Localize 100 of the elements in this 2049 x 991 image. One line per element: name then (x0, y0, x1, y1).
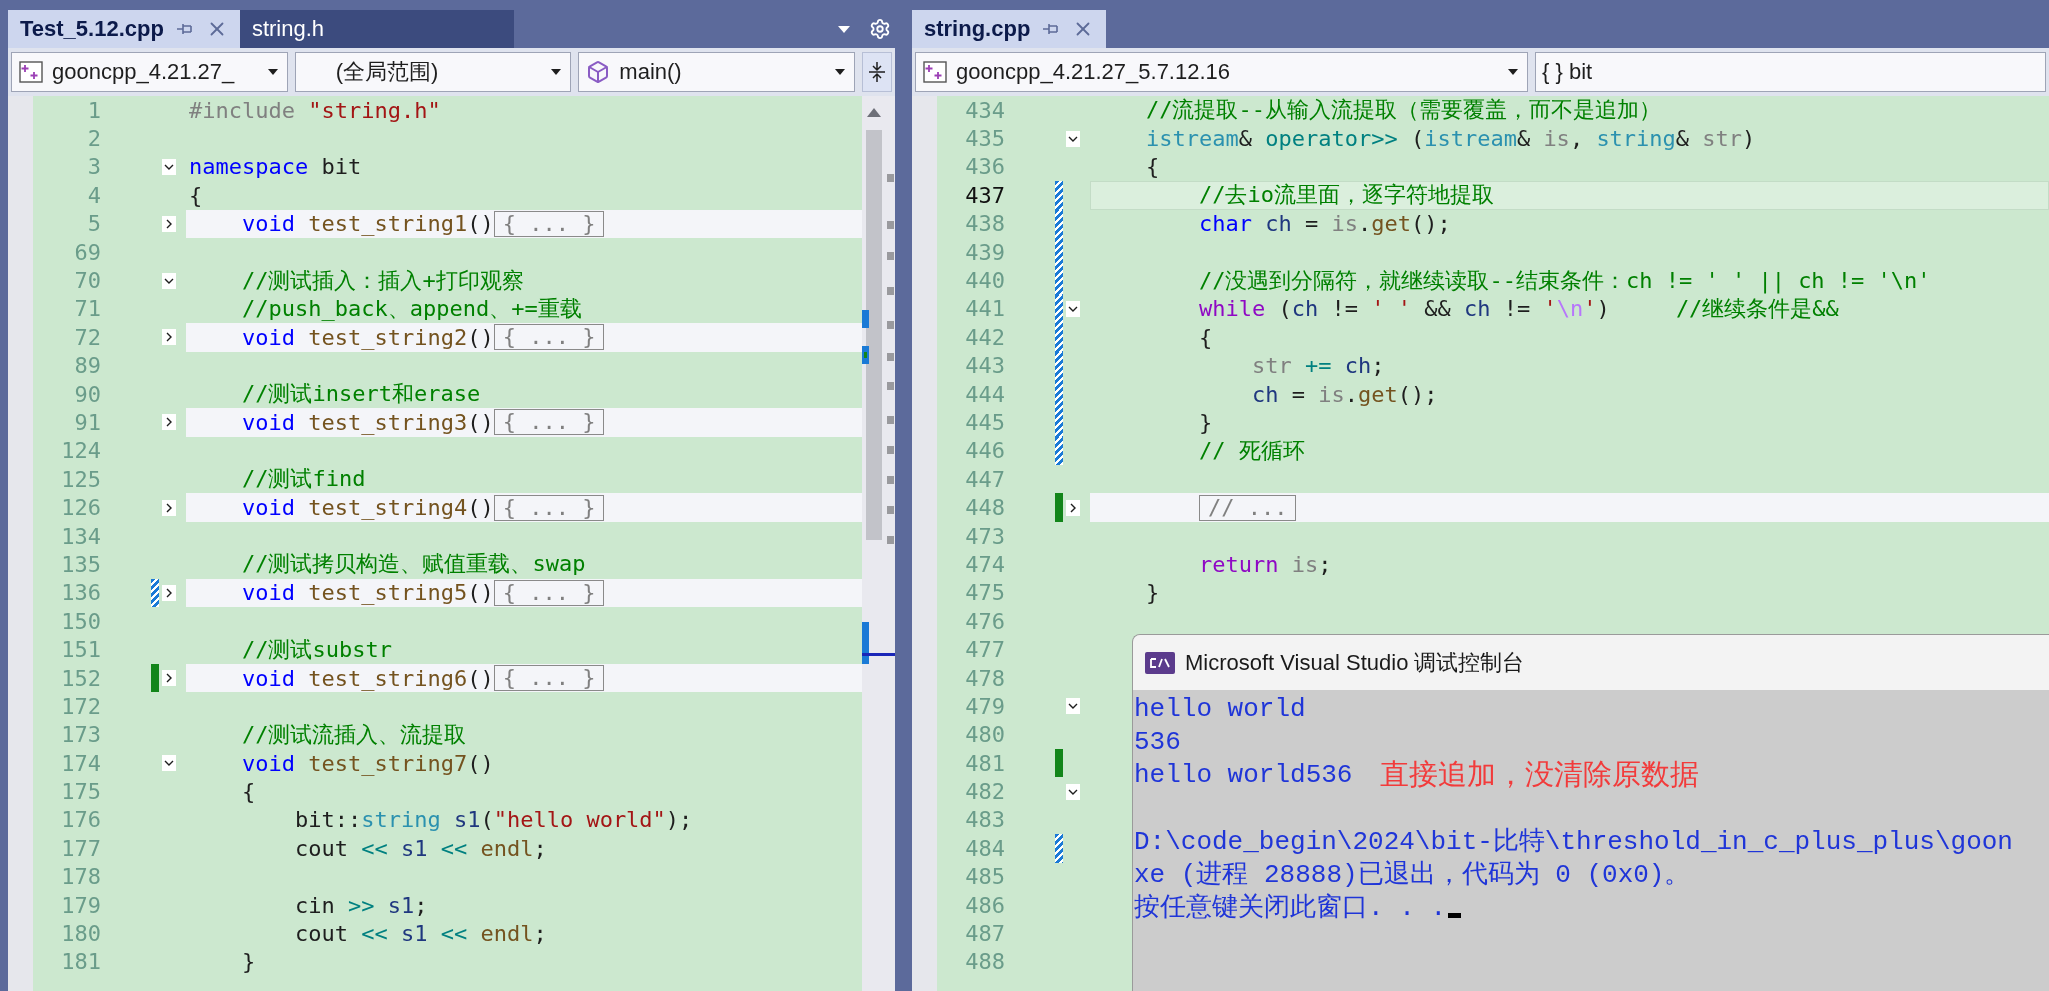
console-title: Microsoft Visual Studio 调试控制台 (1185, 648, 1525, 677)
fold-toggle[interactable] (162, 499, 176, 516)
line-number: 151 (60, 637, 101, 663)
line-number: 445 (964, 410, 1005, 435)
line-number: 434 (964, 97, 1005, 123)
fold-toggle[interactable] (1066, 698, 1080, 715)
scrollbar[interactable] (862, 96, 895, 991)
code-line: istream& operator>> (istream& is, string& str) (1144, 126, 1756, 152)
fold-toggle[interactable] (162, 584, 176, 601)
line-number: 474 (964, 551, 1005, 577)
code-line: char ch = is.get(); (1197, 211, 1451, 237)
file-tab[interactable]: Test_5.12.cpp (8, 10, 240, 48)
line-number: 1 (86, 97, 101, 123)
line-number: 2 (86, 126, 101, 152)
collapsed-block[interactable]: { ... } (493, 210, 605, 237)
line-number: 479 (964, 693, 1005, 719)
chevron-right-icon (1068, 502, 1078, 513)
caret-icon[interactable] (837, 24, 851, 34)
file-tab[interactable]: string.h (239, 10, 514, 48)
collapsed-block[interactable]: { ... } (493, 324, 605, 351)
console-output: xe (进程 28888)已退出，代码为 0 (0x0)。 (1134, 859, 1691, 891)
code-line: void test_string2() (240, 324, 494, 350)
code-line: //测试流插入、流提取 (240, 720, 467, 749)
navigation-dropdown[interactable]: gooncpp_4.21.27_ (11, 52, 288, 92)
fold-toggle[interactable] (1066, 300, 1080, 317)
pin-icon[interactable] (175, 22, 194, 36)
line-number: 485 (964, 864, 1005, 890)
console-output: D:\code_begin\2024\bit-比特\threshold_in_c_plus_plus\goon (1134, 826, 2013, 858)
line-number: 447 (964, 466, 1005, 492)
line-number: 134 (60, 523, 101, 549)
annotation-text: 直接追加，没清除原数据 (1380, 756, 1700, 792)
fold-toggle[interactable] (162, 158, 176, 175)
line-number: 486 (964, 892, 1005, 918)
code-line: } (1197, 410, 1213, 435)
line-number: 70 (73, 268, 101, 294)
fold-toggle[interactable] (162, 414, 176, 431)
fold-toggle[interactable] (1066, 130, 1080, 147)
line-number: 484 (964, 835, 1005, 861)
caret-icon (1507, 68, 1519, 76)
line-number: 180 (60, 921, 101, 946)
line-number: 152 (60, 665, 101, 691)
split-icon (868, 60, 886, 84)
code-line: ch = is.get(); (1250, 381, 1438, 407)
navigation-dropdown[interactable]: main() (578, 52, 855, 92)
line-number: 178 (60, 864, 101, 890)
line-number: 476 (964, 608, 1005, 634)
line-number: 71 (73, 296, 101, 322)
project-icon (923, 61, 947, 83)
line-number: 475 (964, 580, 1005, 606)
chevron-right-icon (164, 332, 174, 343)
scope-field[interactable]: { } bit (1535, 52, 2046, 92)
line-number: 436 (964, 154, 1005, 180)
code-line: //去io流里面，逐字符地提取 (1197, 181, 1494, 210)
collapsed-block[interactable]: { ... } (493, 579, 605, 606)
fold-toggle[interactable] (162, 272, 176, 289)
split-button[interactable] (862, 52, 892, 92)
code-line: void test_string3() (240, 410, 494, 435)
console-output: hello world (1134, 693, 1306, 724)
fold-toggle[interactable] (162, 755, 176, 772)
line-number: 176 (60, 807, 101, 833)
caret-icon (834, 68, 846, 76)
line-number: 89 (73, 353, 101, 379)
navigation-dropdown[interactable]: gooncpp_4.21.27_5.7.12.16 (915, 52, 1528, 92)
code-line: str += ch; (1250, 353, 1385, 379)
code-line: while (ch != ' ' && ch != '\n') //继续条件是&& (1197, 294, 1839, 323)
code-line: cout << s1 << endl; (293, 835, 547, 861)
settings-icon[interactable] (869, 18, 891, 40)
line-number: 175 (60, 779, 101, 805)
line-number: 473 (964, 523, 1005, 549)
console-app-icon (1145, 651, 1175, 674)
line-number: 72 (73, 324, 101, 350)
fold-toggle[interactable] (162, 215, 176, 232)
file-tab[interactable]: string.cpp (912, 10, 1107, 48)
fold-toggle[interactable] (162, 670, 176, 686)
chevron-right-icon (164, 673, 174, 683)
scrollbar-thumb[interactable] (866, 130, 882, 540)
fold-toggle[interactable] (1066, 499, 1080, 516)
code-line: void test_string7() (240, 750, 494, 776)
line-number: 440 (964, 268, 1005, 294)
navigation-dropdown[interactable]: (全局范围) (294, 52, 572, 92)
line-number: 446 (964, 438, 1005, 464)
line-number: 177 (60, 835, 101, 861)
collapsed-block[interactable]: { ... } (493, 665, 605, 691)
collapsed-block[interactable]: // ... (1198, 494, 1297, 521)
line-number: 125 (60, 466, 101, 492)
fold-toggle[interactable] (1066, 783, 1080, 800)
fold-toggle[interactable] (162, 329, 176, 346)
collapsed-block[interactable]: { ... } (493, 409, 605, 436)
cube-icon (586, 60, 611, 84)
code-line: //测试insert和erase (240, 380, 481, 409)
line-number: 482 (964, 779, 1005, 805)
code-line: bit::string s1("hello world"); (293, 807, 693, 833)
code-line: void test_string4() (240, 495, 494, 521)
collapsed-block[interactable]: { ... } (493, 494, 605, 521)
caret-icon (266, 68, 279, 76)
line-number: 174 (60, 750, 101, 776)
scroll-up-icon[interactable] (865, 106, 883, 118)
code-line: cout << s1 << endl; (293, 921, 547, 946)
code-line: { (240, 779, 256, 805)
pin-icon[interactable] (1042, 22, 1061, 36)
